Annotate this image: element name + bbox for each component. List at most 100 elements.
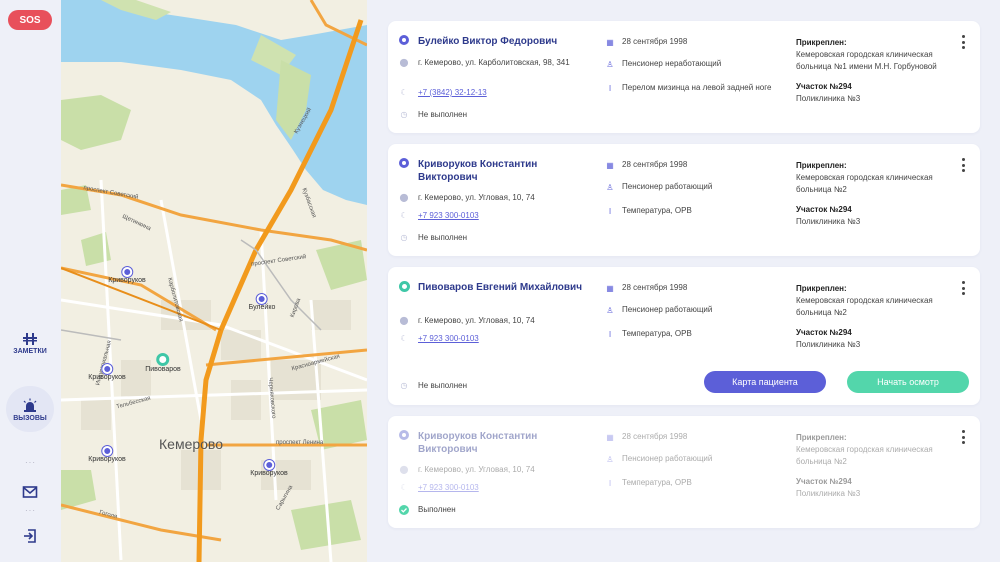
map-pin[interactable]: Криворуков [88, 446, 126, 463]
diagnosis-row: ǀ Температура, ОРВ [604, 329, 772, 341]
status-indicator [399, 430, 409, 440]
more-menu-icon[interactable] [960, 281, 966, 295]
call-card[interactable]: Булейко Виктор Федорович ⬤ г. Кемерово, … [388, 21, 980, 133]
thermometer-icon: ǀ [608, 479, 612, 488]
thermometer-icon: ǀ [608, 207, 612, 216]
attachment-info: Прикреплен: Кемеровская городская клинич… [796, 283, 956, 351]
pin-marker [101, 446, 112, 456]
date-row: ▦ 28 сентября 1998 [604, 432, 772, 444]
thermometer-icon: ǀ [608, 330, 612, 339]
pin-label: Криворуков [88, 374, 126, 381]
category-text: Пенсионер работающий [622, 182, 713, 191]
phone-icon: ☾ [400, 88, 408, 97]
area-text: Участок №294 [796, 477, 852, 486]
clinic-text: Поликлиника №3 [796, 217, 861, 226]
sos-button[interactable]: SOS [8, 10, 52, 30]
notes-icon [21, 330, 39, 348]
logout-icon [21, 527, 39, 545]
attached-label: Прикреплен: [796, 433, 847, 442]
city-label: Кемерово [159, 436, 223, 452]
notes-nav-item[interactable]: ЗАМЕТКИ [6, 330, 54, 355]
calls-list: Булейко Виктор Федорович ⬤ г. Кемерово, … [388, 21, 980, 539]
diagnosis-row: ǀ Температура, ОРВ [604, 478, 772, 490]
address-row: ⬤ г. Кемерово, ул. Карболитовская, 98, 3… [398, 57, 578, 69]
status-indicator [399, 158, 409, 168]
diagnosis-text: Температура, ОРВ [622, 206, 692, 215]
separator-dots: ··· [25, 458, 36, 467]
calendar-icon: ▦ [606, 284, 614, 293]
more-menu-icon[interactable] [960, 35, 966, 49]
pin-label: Криворуков [108, 277, 146, 284]
map-pin-selected[interactable]: Пивоваров [145, 353, 181, 373]
call-card-selected[interactable]: Пивоваров Евгений Михайлович ⬤ г. Кемеро… [388, 267, 980, 405]
map-pin[interactable]: Криворуков [88, 364, 126, 381]
status-indicator [399, 281, 410, 292]
address-text: г. Кемерово, ул. Угловая, 10, 74 [418, 316, 535, 325]
street-label: проспект Ленина [276, 440, 324, 446]
person-icon: ♙ [606, 183, 614, 192]
call-card-completed[interactable]: Криворуков Константин Викторович ⬤ г. Ке… [388, 416, 980, 528]
diagnosis-row: ǀ Температура, ОРВ [604, 206, 772, 218]
location-pin-icon: ⬤ [399, 316, 409, 325]
clinic-text: Поликлиника №3 [796, 94, 861, 103]
address-text: г. Кемерово, ул. Карболитовская, 98, 341 [418, 58, 570, 67]
category-row: ♙ Пенсионер неработающий [604, 59, 772, 71]
calendar-icon: ▦ [606, 433, 614, 442]
phone-icon: ☾ [400, 334, 408, 343]
map-pin[interactable]: Криворуков [108, 267, 146, 284]
category-row: ♙ Пенсионер работающий [604, 182, 772, 194]
status-row: ◷ Не выполнен [398, 232, 578, 244]
alarm-icon [21, 397, 39, 415]
patient-name: Криворуков Константин Викторович [418, 159, 538, 183]
date-text: 28 сентября 1998 [622, 432, 688, 441]
clinic-text: Поликлиника №3 [796, 340, 861, 349]
area-text: Участок №294 [796, 82, 852, 91]
mail-nav-item[interactable] [6, 483, 54, 501]
clock-icon: ◷ [400, 110, 408, 119]
call-card[interactable]: Криворуков Константин Викторович ⬤ г. Ке… [388, 144, 980, 256]
status-row: ◷ Не выполнен [398, 109, 578, 121]
phone-link[interactable]: +7 923 300-0103 [418, 482, 578, 494]
status-row: Выполнен [398, 504, 578, 516]
attached-label: Прикреплен: [796, 38, 847, 47]
pin-marker [121, 267, 132, 277]
address-row: ⬤ г. Кемерово, ул. Угловая, 10, 74 [398, 464, 578, 476]
pin-marker [257, 294, 267, 304]
phone-row: ☾ +7 923 300-0103 [398, 333, 578, 345]
clinic-text: Поликлиника №3 [796, 489, 861, 498]
address-text: г. Кемерово, ул. Угловая, 10, 74 [418, 465, 535, 474]
pin-label: Пивоваров [145, 366, 181, 373]
map-pin[interactable]: Криворуков [250, 460, 288, 477]
address-text: г. Кемерово, ул. Угловая, 10, 74 [418, 193, 535, 202]
attached-label: Прикреплен: [796, 284, 847, 293]
phone-link[interactable]: +7 923 300-0103 [418, 210, 578, 222]
phone-icon: ☾ [400, 211, 408, 220]
date-row: ▦ 28 сентября 1998 [604, 160, 772, 172]
more-menu-icon[interactable] [960, 430, 966, 444]
notes-label: ЗАМЕТКИ [13, 348, 47, 355]
logout-nav-item[interactable] [6, 527, 54, 545]
patient-name: Булейко Виктор Федорович [418, 36, 558, 47]
phone-row: ☾ +7 (3842) 32-12-13 [398, 87, 578, 99]
patient-card-button[interactable]: Карта пациента [704, 371, 826, 393]
start-exam-button[interactable]: Начать осмотр [847, 371, 969, 393]
calls-nav-item[interactable]: ВЫЗОВЫ [6, 386, 54, 432]
area-text: Участок №294 [796, 328, 852, 337]
phone-link[interactable]: +7 (3842) 32-12-13 [418, 87, 578, 99]
map-view[interactable]: проспект Советский Щетинкина Карболитовс… [61, 0, 367, 562]
pin-marker [101, 364, 112, 374]
area-text: Участок №294 [796, 205, 852, 214]
more-menu-icon[interactable] [960, 158, 966, 172]
attachment-info: Прикреплен: Кемеровская городская клинич… [796, 160, 956, 228]
diagnosis-text: Перелом мизинца на левой задней ноге [622, 83, 772, 92]
status-text: Не выполнен [418, 110, 468, 119]
date-text: 28 сентября 1998 [622, 283, 688, 292]
location-pin-icon: ⬤ [399, 58, 409, 67]
pin-marker [263, 460, 274, 470]
category-row: ♙ Пенсионер работающий [604, 454, 772, 466]
mail-icon [21, 483, 39, 501]
phone-link[interactable]: +7 923 300-0103 [418, 333, 578, 345]
hospital-text: Кемеровская городская клиническая больни… [796, 296, 933, 317]
pin-label: Криворуков [88, 456, 126, 463]
map-pin[interactable]: Булейко [249, 294, 275, 311]
